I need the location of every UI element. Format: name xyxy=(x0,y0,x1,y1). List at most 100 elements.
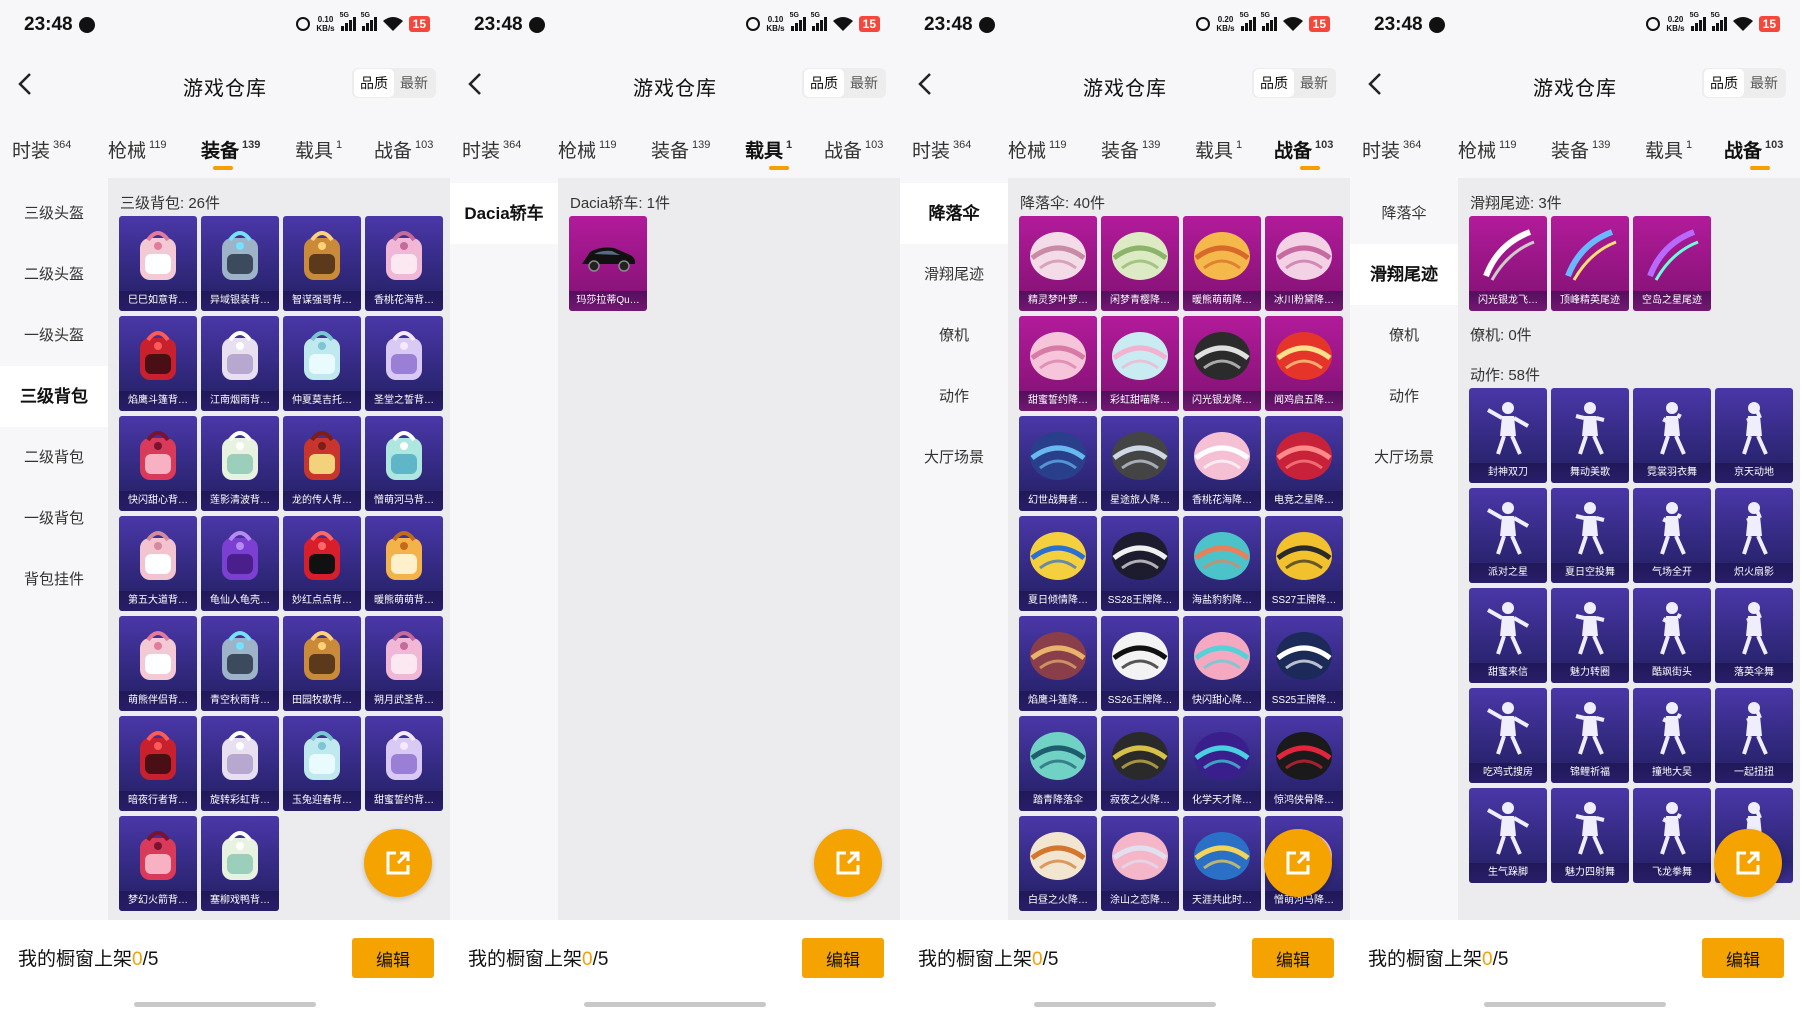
inventory-item[interactable]: 甜蜜誓约背… xyxy=(365,716,443,811)
inventory-item[interactable]: 莲影清波背… xyxy=(201,416,279,511)
inventory-item[interactable]: 智谋强哥背… xyxy=(283,216,361,311)
tab-4[interactable]: 战备 103 xyxy=(1724,136,1783,163)
sort-latest-button[interactable]: 最新 xyxy=(394,69,434,97)
inventory-item[interactable]: 暗夜行者背… xyxy=(119,716,197,811)
inventory-item[interactable]: 炽火扇影 xyxy=(1715,488,1793,583)
home-indicator[interactable] xyxy=(134,1002,316,1007)
edit-button[interactable]: 编辑 xyxy=(1252,938,1334,978)
inventory-item[interactable]: 撞地大吴 xyxy=(1633,688,1711,783)
tab-0[interactable]: 时装 364 xyxy=(462,136,521,163)
inventory-item[interactable]: 暖熊萌萌背… xyxy=(365,516,443,611)
tab-0[interactable]: 时装 364 xyxy=(12,136,71,163)
inventory-item[interactable]: 旋转彩虹背… xyxy=(201,716,279,811)
inventory-item[interactable]: 仲夏莫吉托… xyxy=(283,316,361,411)
inventory-item[interactable]: 巳巳如意背… xyxy=(119,216,197,311)
subcategory-item[interactable]: 一级背包 xyxy=(0,488,108,549)
share-button[interactable] xyxy=(364,829,432,897)
tab-3[interactable]: 载具 1 xyxy=(1645,136,1692,163)
inventory-item[interactable]: 舞动美歌 xyxy=(1551,388,1629,483)
inventory-item[interactable]: 天涯共此时… xyxy=(1183,816,1261,911)
edit-button[interactable]: 编辑 xyxy=(1702,938,1784,978)
tab-3[interactable]: 载具 1 xyxy=(1195,136,1242,163)
sort-latest-button[interactable]: 最新 xyxy=(1294,69,1334,97)
inventory-item[interactable]: 异域银装背… xyxy=(201,216,279,311)
inventory-item[interactable]: 暖熊萌萌降… xyxy=(1183,216,1261,311)
inventory-item[interactable]: 玉兔迎春背… xyxy=(283,716,361,811)
inventory-item[interactable]: 甜蜜誓约降… xyxy=(1019,316,1097,411)
inventory-item[interactable]: 生气跺脚 xyxy=(1469,788,1547,883)
inventory-item[interactable]: 白昼之火降… xyxy=(1019,816,1097,911)
subcategory-item[interactable]: 动作 xyxy=(1350,366,1458,427)
inventory-item[interactable]: 落英伞舞 xyxy=(1715,588,1793,683)
share-button[interactable] xyxy=(1714,829,1782,897)
subcategory-item[interactable]: 二级背包 xyxy=(0,427,108,488)
home-indicator[interactable] xyxy=(1034,1002,1216,1007)
subcategory-item[interactable]: Dacia轿车 xyxy=(450,183,558,244)
subcategory-item[interactable]: 大厅场景 xyxy=(900,427,1008,488)
tab-3[interactable]: 载具 1 xyxy=(745,136,792,163)
inventory-item[interactable]: 龙的传人背… xyxy=(283,416,361,511)
inventory-item[interactable]: 京天动地 xyxy=(1715,388,1793,483)
inventory-item[interactable]: 顶峰精英尾迹 xyxy=(1551,216,1629,311)
inventory-item[interactable]: 第五大道背… xyxy=(119,516,197,611)
inventory-item[interactable]: 妙红点点背… xyxy=(283,516,361,611)
inventory-item[interactable]: 香桃花海降… xyxy=(1183,416,1261,511)
subcategory-item[interactable]: 降落伞 xyxy=(1350,183,1458,244)
share-button[interactable] xyxy=(1264,829,1332,897)
tab-0[interactable]: 时装 364 xyxy=(1362,136,1421,163)
inventory-item[interactable]: 霓裳羽衣舞 xyxy=(1633,388,1711,483)
inventory-item[interactable]: 快闪甜心降… xyxy=(1183,616,1261,711)
inventory-item[interactable]: 星途旅人降… xyxy=(1101,416,1179,511)
inventory-item[interactable]: 涂山之恋降… xyxy=(1101,816,1179,911)
tab-2[interactable]: 装备 139 xyxy=(651,136,710,163)
inventory-item[interactable]: 萌熊伴侣背… xyxy=(119,616,197,711)
subcategory-item[interactable]: 僚机 xyxy=(1350,305,1458,366)
inventory-item[interactable]: 夏日倾情降… xyxy=(1019,516,1097,611)
inventory-item[interactable]: 香桃花海背… xyxy=(365,216,443,311)
inventory-item[interactable]: 幻世战舞者… xyxy=(1019,416,1097,511)
inventory-item[interactable]: 一起扭扭 xyxy=(1715,688,1793,783)
subcategory-item[interactable]: 三级背包 xyxy=(0,366,108,427)
inventory-item[interactable]: 快闪甜心背… xyxy=(119,416,197,511)
inventory-item[interactable]: 吃鸡式搜房 xyxy=(1469,688,1547,783)
edit-button[interactable]: 编辑 xyxy=(352,938,434,978)
inventory-item[interactable]: 闲梦青樱降… xyxy=(1101,216,1179,311)
tab-2[interactable]: 装备 139 xyxy=(1551,136,1610,163)
inventory-item[interactable]: 酷飒街头 xyxy=(1633,588,1711,683)
subcategory-item[interactable]: 二级头盔 xyxy=(0,244,108,305)
tab-2[interactable]: 装备 139 xyxy=(1101,136,1160,163)
home-indicator[interactable] xyxy=(1484,1002,1666,1007)
inventory-item[interactable]: 龟仙人龟壳… xyxy=(201,516,279,611)
sort-latest-button[interactable]: 最新 xyxy=(1744,69,1784,97)
share-button[interactable] xyxy=(814,829,882,897)
inventory-item[interactable]: 电竞之星降… xyxy=(1265,416,1343,511)
inventory-item[interactable]: 焰鹰斗篷背… xyxy=(119,316,197,411)
inventory-item[interactable]: 闻鸡启五降… xyxy=(1265,316,1343,411)
inventory-item[interactable]: 空岛之星尾迹 xyxy=(1633,216,1711,311)
inventory-item[interactable]: 青空秋雨背… xyxy=(201,616,279,711)
inventory-item[interactable]: 精灵梦叶萝… xyxy=(1019,216,1097,311)
sort-quality-button[interactable]: 品质 xyxy=(1704,69,1744,97)
inventory-item[interactable]: SS26王牌降… xyxy=(1101,616,1179,711)
inventory-item[interactable]: 封神双刀 xyxy=(1469,388,1547,483)
tab-1[interactable]: 枪械 119 xyxy=(1458,136,1517,163)
subcategory-item[interactable]: 滑翔尾迹 xyxy=(1350,244,1458,305)
subcategory-item[interactable]: 一级头盔 xyxy=(0,305,108,366)
inventory-item[interactable]: 闪光银龙降… xyxy=(1183,316,1261,411)
tab-2[interactable]: 装备 139 xyxy=(201,136,260,163)
subcategory-item[interactable]: 背包挂件 xyxy=(0,549,108,610)
tab-1[interactable]: 枪械 119 xyxy=(558,136,617,163)
inventory-item[interactable]: 飞龙拳舞 xyxy=(1633,788,1711,883)
inventory-item[interactable]: 圣堂之誓背… xyxy=(365,316,443,411)
inventory-item[interactable]: SS27王牌降… xyxy=(1265,516,1343,611)
inventory-item[interactable]: 梦幻火箭背… xyxy=(119,816,197,911)
inventory-item[interactable]: 江南烟雨背… xyxy=(201,316,279,411)
sort-quality-button[interactable]: 品质 xyxy=(354,69,394,97)
subcategory-item[interactable]: 滑翔尾迹 xyxy=(900,244,1008,305)
inventory-item[interactable]: 气场全开 xyxy=(1633,488,1711,583)
inventory-item[interactable]: 甜蜜来信 xyxy=(1469,588,1547,683)
subcategory-item[interactable]: 三级头盔 xyxy=(0,183,108,244)
inventory-item[interactable]: 焰鹰斗篷降… xyxy=(1019,616,1097,711)
inventory-item[interactable]: 踏青降落伞 xyxy=(1019,716,1097,811)
tab-4[interactable]: 战备 103 xyxy=(374,136,433,163)
